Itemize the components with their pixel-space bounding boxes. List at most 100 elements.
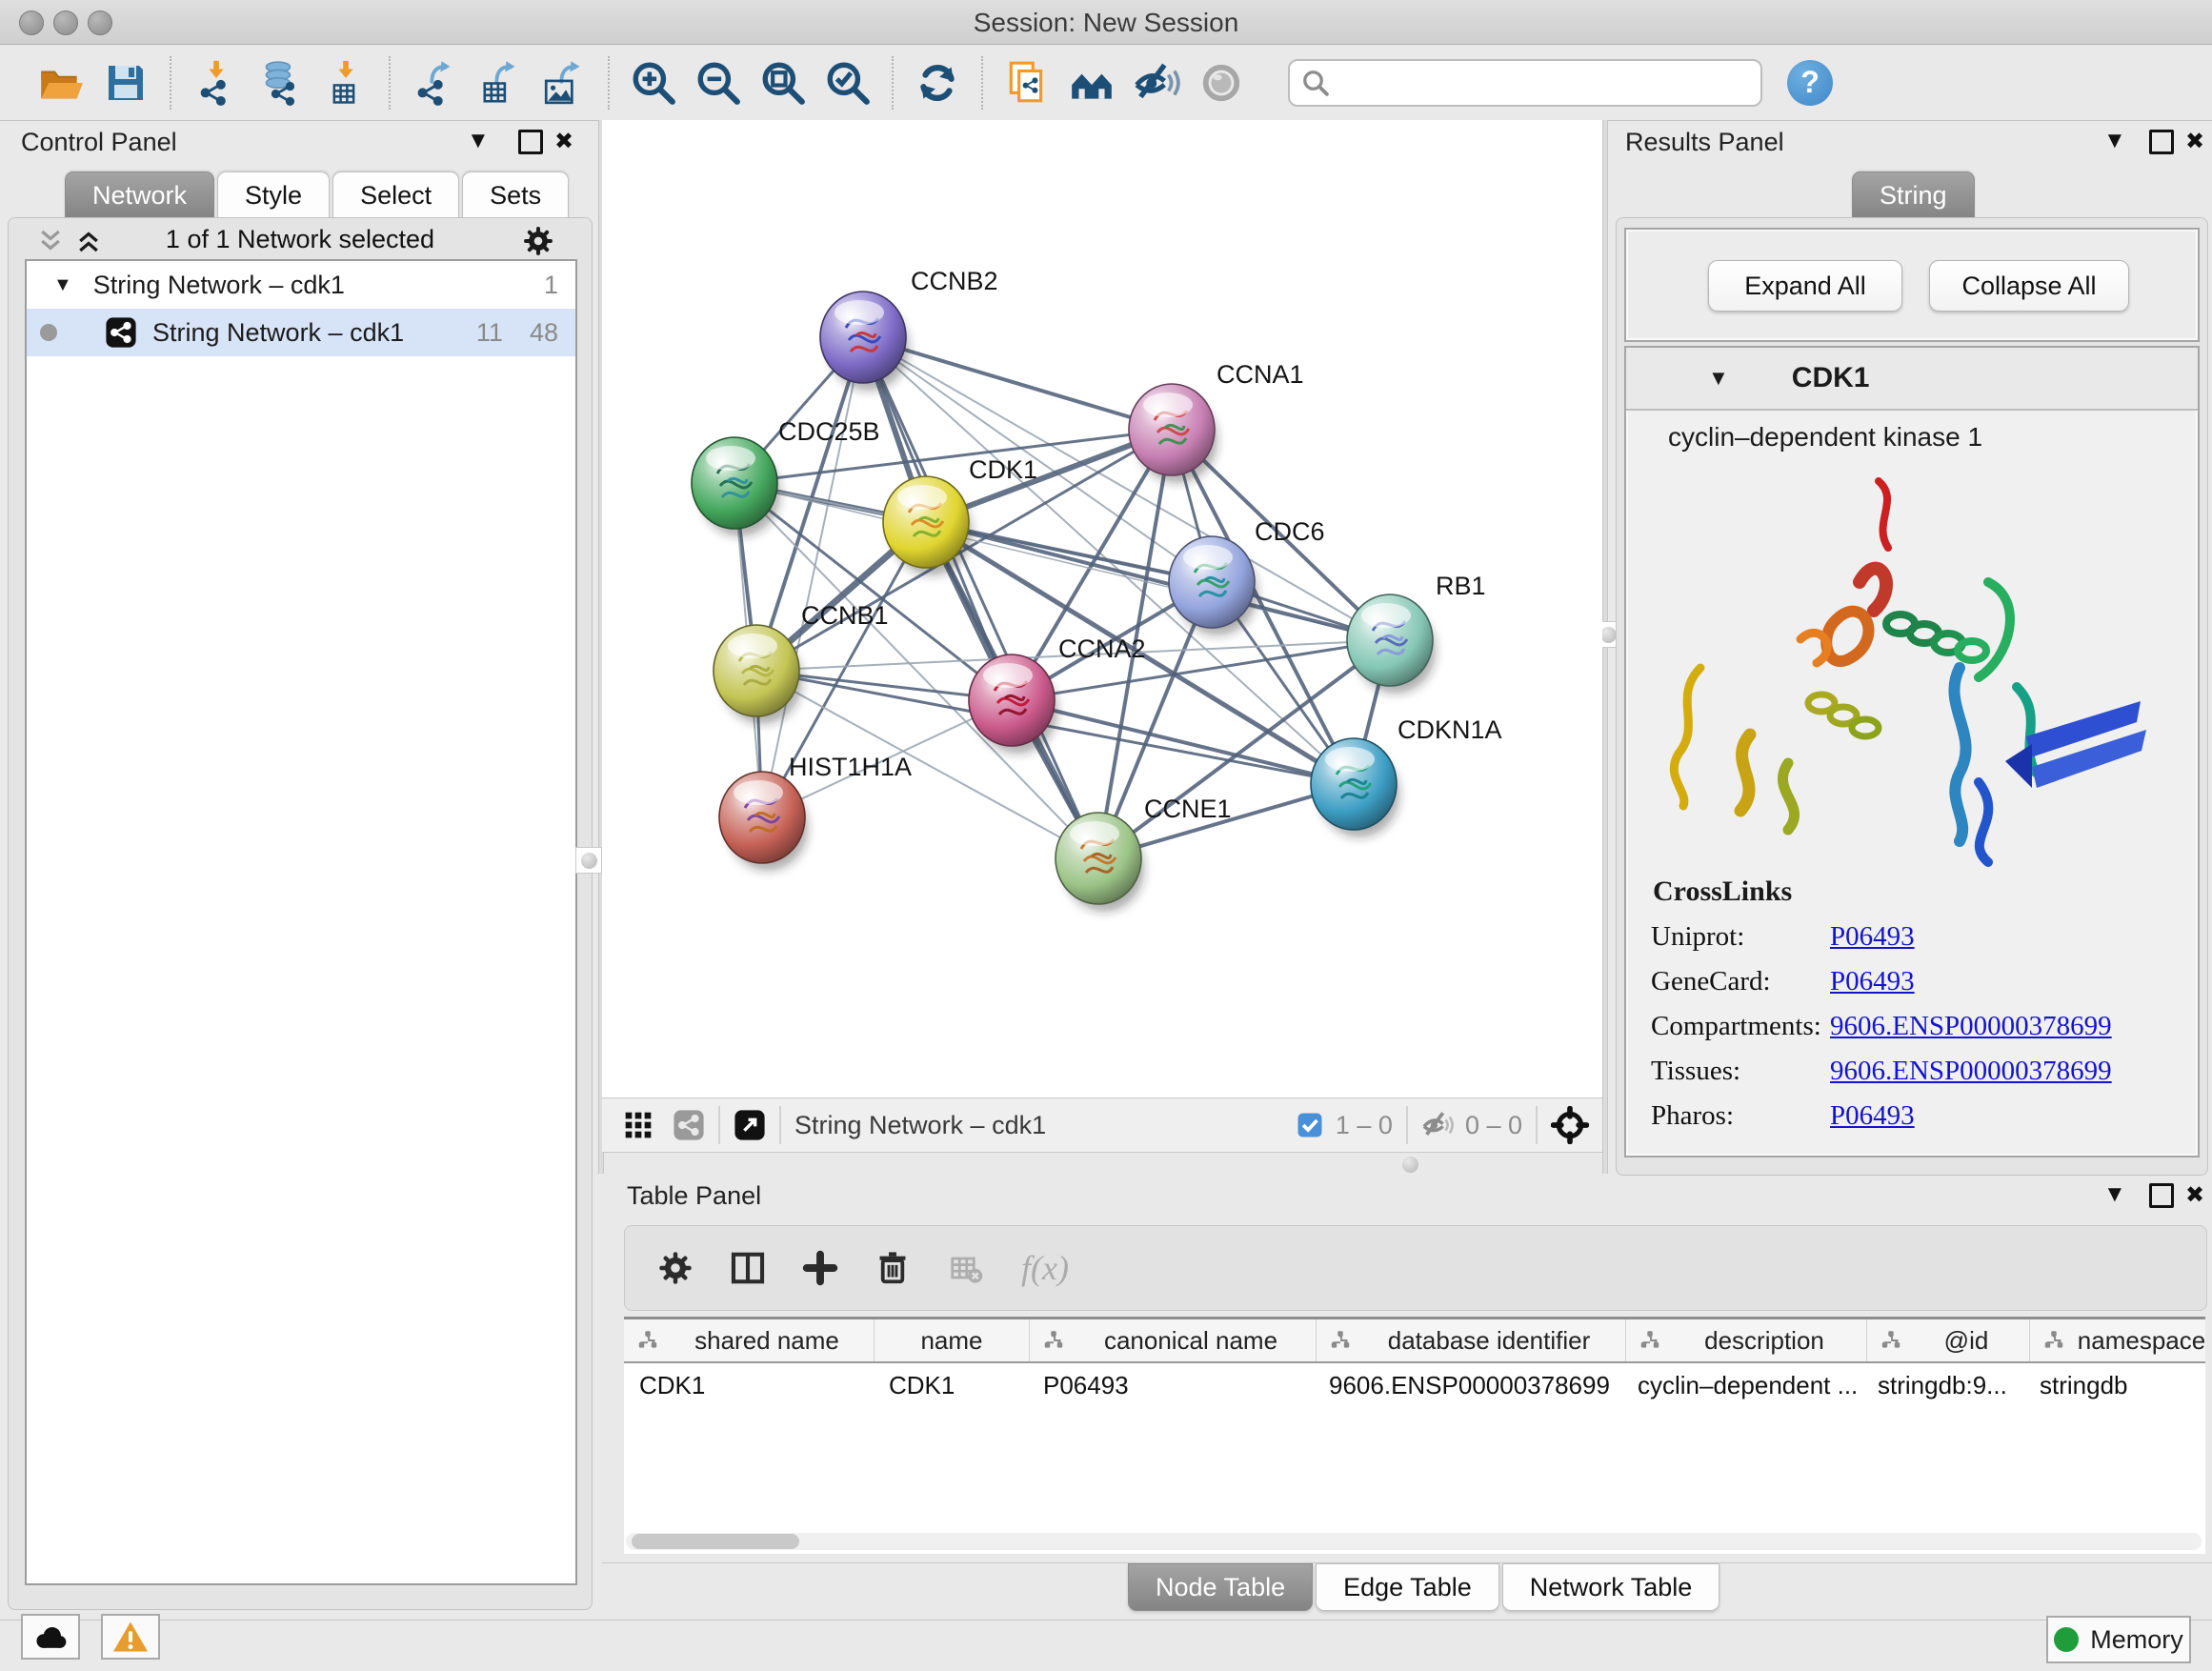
- table-cell[interactable]: stringdb: [2024, 1371, 2205, 1400]
- control-panel-float-icon[interactable]: ▼: [467, 128, 490, 154]
- scrollbar-thumb[interactable]: [632, 1534, 799, 1549]
- warnings-button[interactable]: [101, 1614, 160, 1660]
- node-label: CCNA2: [1058, 634, 1146, 663]
- eye-off-icon: [1133, 59, 1180, 107]
- zoom-fit-button[interactable]: [757, 57, 809, 109]
- table-row[interactable]: CDK1CDK1P064939606.ENSP00000378699cyclin…: [624, 1363, 2205, 1407]
- network-canvas[interactable]: CCNB2CCNA1CDC25BCDK1CDC6RB1CCNB1CCNA2CDK…: [602, 120, 1602, 1097]
- crosslink-link[interactable]: P06493: [1830, 966, 1915, 997]
- show-columns-icon[interactable]: [730, 1250, 766, 1286]
- zoom-selected-button[interactable]: [822, 57, 874, 109]
- clone-network-button[interactable]: [1001, 57, 1053, 109]
- add-column-icon[interactable]: [802, 1250, 838, 1286]
- network-row-selected[interactable]: String Network – cdk1 11 48: [27, 309, 575, 356]
- results-panel-float-icon[interactable]: ▼: [2103, 128, 2126, 154]
- collection-expand-icon[interactable]: ▼: [53, 274, 72, 296]
- table-cell[interactable]: cyclin–dependent ...: [1622, 1371, 1862, 1400]
- network-node-cdk1[interactable]: [883, 476, 972, 575]
- left-splitter-grip[interactable]: [575, 847, 602, 874]
- zoom-in-button[interactable]: [628, 57, 679, 109]
- birdseye-crosshair-icon[interactable]: [1551, 1106, 1589, 1144]
- import-network-file-button[interactable]: [190, 57, 241, 109]
- network-node-ccnb2[interactable]: [820, 292, 909, 391]
- crosslink-link[interactable]: P06493: [1830, 1100, 1915, 1132]
- tab-edge-table[interactable]: Edge Table: [1316, 1563, 1499, 1611]
- help-button[interactable]: ?: [1787, 60, 1833, 106]
- save-session-button[interactable]: [100, 57, 151, 109]
- open-session-button[interactable]: [35, 57, 87, 109]
- edge-count: 48: [530, 318, 558, 348]
- horizontal-scrollbar[interactable]: [626, 1533, 2202, 1550]
- tab-string[interactable]: String: [1852, 171, 1975, 219]
- crosslink-link[interactable]: 9606.ENSP00000378699: [1830, 1056, 2112, 1087]
- tab-node-table[interactable]: Node Table: [1128, 1563, 1313, 1611]
- table-cell[interactable]: CDK1: [624, 1371, 874, 1400]
- network-edge[interactable]: [863, 337, 1172, 430]
- gene-description: cyclin–dependent kinase 1: [1668, 422, 2198, 453]
- selected-checkbox-icon[interactable]: [1296, 1111, 1324, 1139]
- network-node-cdc25b[interactable]: [692, 437, 780, 536]
- table-panel-close-icon[interactable]: ✖: [2185, 1181, 2204, 1209]
- table-cell[interactable]: CDK1: [874, 1371, 1028, 1400]
- cloud-status-button[interactable]: [21, 1614, 80, 1660]
- results-panel-close-icon[interactable]: ✖: [2185, 128, 2204, 155]
- column-header--id[interactable]: @id: [1867, 1319, 2030, 1361]
- detach-view-icon[interactable]: [734, 1109, 766, 1141]
- search-box[interactable]: [1288, 59, 1762, 107]
- zoom-out-button[interactable]: [693, 57, 744, 109]
- network-node-rb1[interactable]: [1347, 594, 1436, 694]
- hidden-eye-off-icon[interactable]: [1421, 1109, 1454, 1141]
- tab-select[interactable]: Select: [332, 171, 459, 219]
- crosslink-link[interactable]: P06493: [1830, 921, 1915, 953]
- network-node-hist1h1a[interactable]: [719, 772, 808, 871]
- table-cell[interactable]: stringdb:9...: [1862, 1371, 2024, 1400]
- show-hidden-button[interactable]: [1196, 57, 1247, 109]
- column-header-database-identifier[interactable]: database identifier: [1317, 1319, 1626, 1361]
- collapse-all-button[interactable]: Collapse All: [1929, 260, 2129, 312]
- refresh-layout-button[interactable]: [912, 57, 963, 109]
- import-network-database-button[interactable]: [254, 57, 306, 109]
- column-header-canonical-name[interactable]: canonical name: [1030, 1319, 1317, 1361]
- network-edge[interactable]: [762, 337, 863, 817]
- results-panel-maximize-icon[interactable]: [2149, 130, 2174, 161]
- table-panel-float-icon[interactable]: ▼: [2103, 1181, 2126, 1208]
- section-collapse-icon[interactable]: ▼: [1708, 366, 1729, 391]
- gene-section-header[interactable]: ▼ CDK1: [1626, 348, 2198, 411]
- column-header-name[interactable]: name: [875, 1319, 1030, 1361]
- results-panel-title: Results Panel: [1625, 128, 1784, 157]
- network-node-cdc6[interactable]: [1169, 536, 1257, 635]
- hide-selected-button[interactable]: [1131, 57, 1182, 109]
- table-options-gear-icon[interactable]: [657, 1250, 694, 1286]
- network-node-ccna1[interactable]: [1129, 384, 1217, 483]
- table-cell[interactable]: 9606.ENSP00000378699: [1314, 1371, 1622, 1400]
- network-options-gear-icon[interactable]: [522, 225, 554, 257]
- network-node-ccne1[interactable]: [1056, 813, 1144, 912]
- tab-network[interactable]: Network: [65, 171, 214, 219]
- show-all-views-button[interactable]: [1066, 57, 1117, 109]
- tab-sets[interactable]: Sets: [462, 171, 569, 219]
- tab-network-table[interactable]: Network Table: [1502, 1563, 1720, 1611]
- export-network-button[interactable]: [409, 57, 460, 109]
- horizontal-splitter-grip[interactable]: [1402, 1157, 1418, 1173]
- network-node-cdkn1a[interactable]: [1311, 738, 1399, 837]
- network-collection-row[interactable]: ▼ String Network – cdk1 1: [27, 261, 575, 309]
- expand-all-button[interactable]: Expand All: [1708, 260, 1902, 312]
- control-panel-close-icon[interactable]: ✖: [554, 128, 573, 155]
- export-image-button[interactable]: [538, 57, 590, 109]
- table-panel-maximize-icon[interactable]: [2149, 1183, 2174, 1215]
- grid-view-icon[interactable]: [623, 1110, 654, 1140]
- crosslink-link[interactable]: 9606.ENSP00000378699: [1830, 1011, 2112, 1042]
- tab-style[interactable]: Style: [217, 171, 330, 219]
- column-header-description[interactable]: description: [1626, 1319, 1867, 1361]
- table-cell[interactable]: P06493: [1028, 1371, 1314, 1400]
- control-panel-maximize-icon[interactable]: [518, 130, 543, 161]
- export-table-button[interactable]: [473, 57, 525, 109]
- search-input[interactable]: [1330, 67, 1715, 98]
- column-header-namespace[interactable]: namespace: [2030, 1319, 2205, 1361]
- network-view-icon[interactable]: [673, 1109, 705, 1141]
- network-node-ccnb1[interactable]: [714, 625, 802, 724]
- column-header-shared-name[interactable]: shared name: [624, 1319, 875, 1361]
- memory-button[interactable]: Memory: [2046, 1616, 2191, 1663]
- delete-column-trash-icon[interactable]: [875, 1250, 911, 1286]
- import-table-button[interactable]: [319, 57, 371, 109]
